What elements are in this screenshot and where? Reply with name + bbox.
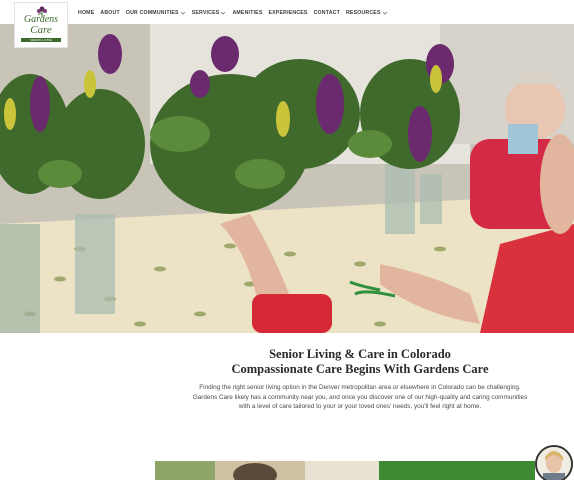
nav-item-our-communities[interactable]: OUR COMMUNITIES [126, 10, 186, 16]
nav-label: OUR COMMUNITIES [125, 10, 179, 16]
nav-item-contact[interactable]: CONTACT [314, 10, 340, 16]
feature-image-illustration [155, 461, 379, 480]
nav-item-home[interactable]: HOME [78, 10, 94, 16]
chevron-down-icon [180, 11, 185, 15]
nav-label: HOME [78, 10, 95, 16]
nav-label: RESOURCES [345, 10, 381, 16]
nav-label: AMENITIES [232, 10, 263, 16]
chevron-down-icon [221, 11, 226, 15]
site-header: Gardens Care SENIOR LIVING HOME ABOUT OU… [0, 0, 574, 48]
main-nav: HOME ABOUT OUR COMMUNITIES SERVICES AMEN… [78, 8, 388, 18]
intro-heading: Senior Living & Care in Colorado Compass… [190, 347, 530, 377]
intro-heading-line1: Senior Living & Care in Colorado [269, 347, 451, 361]
logo-text-line2: Care [30, 24, 52, 36]
nav-label: SERVICES [191, 10, 220, 16]
logo-tagline: SENIOR LIVING [21, 38, 61, 42]
nav-item-about[interactable]: ABOUT [100, 10, 119, 16]
nav-label: ABOUT [100, 10, 120, 16]
site-logo[interactable]: Gardens Care SENIOR LIVING [14, 2, 68, 48]
avatar-icon [537, 447, 571, 480]
chevron-down-icon [382, 11, 387, 15]
intro-section: Senior Living & Care in Colorado Compass… [190, 347, 530, 412]
page: Gardens Care SENIOR LIVING HOME ABOUT OU… [0, 0, 574, 480]
nav-item-experiences[interactable]: EXPERIENCES [268, 10, 307, 16]
hero-illustration [0, 24, 574, 333]
nav-item-amenities[interactable]: AMENITIES [232, 10, 262, 16]
chat-avatar-button[interactable] [535, 445, 573, 480]
nav-item-services[interactable]: SERVICES [192, 10, 227, 16]
hero-image [0, 24, 574, 333]
intro-paragraph: Finding the right senior living option i… [192, 384, 528, 411]
feature-panel [379, 461, 535, 480]
intro-heading-line2: Compassionate Care Begins With Gardens C… [231, 362, 489, 376]
nav-label: CONTACT [313, 10, 340, 16]
nav-label: EXPERIENCES [268, 10, 308, 16]
nav-item-resources[interactable]: RESOURCES [346, 10, 388, 16]
feature-image [155, 461, 379, 480]
